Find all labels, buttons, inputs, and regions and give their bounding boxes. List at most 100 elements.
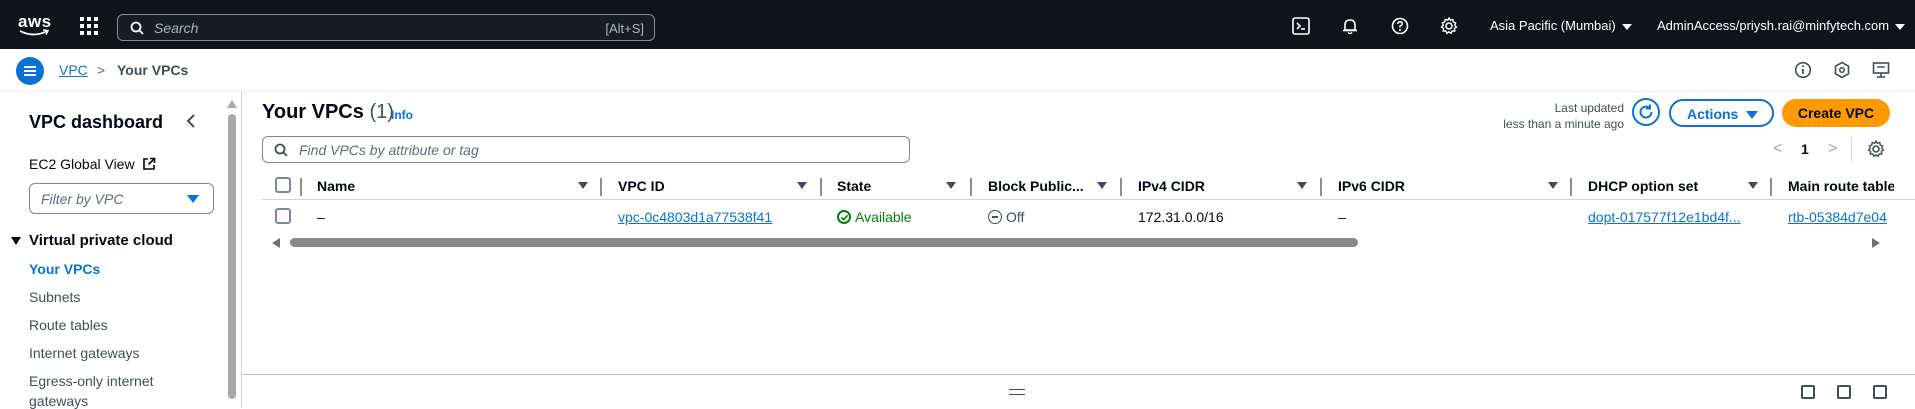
page-title-text: Your VPCs — [262, 101, 364, 123]
column-header-ipv4-cidr[interactable]: IPv4 CIDR — [1138, 178, 1205, 194]
select-all-checkbox[interactable] — [275, 177, 291, 193]
split-panel-hide-icon[interactable] — [1873, 385, 1887, 399]
table-header-divider — [262, 199, 1915, 200]
sidebar-item-ec2-global-view[interactable]: EC2 Global View — [29, 156, 156, 172]
column-header-name[interactable]: Name — [317, 178, 355, 194]
scroll-left-icon[interactable] — [272, 238, 280, 248]
search-shortcut: [Alt+S] — [605, 21, 644, 36]
split-panel-bottom-icon[interactable] — [1801, 385, 1815, 399]
sidebar-item-subnets[interactable]: Subnets — [29, 289, 80, 305]
notifications-bell-icon[interactable] — [1341, 17, 1359, 35]
filter-by-vpc-select[interactable]: Filter by VPC — [29, 183, 214, 214]
sort-caret-icon[interactable] — [1097, 182, 1107, 189]
status-stopped-icon — [988, 210, 1002, 224]
cloudshell-icon[interactable] — [1292, 17, 1310, 35]
row-select-checkbox[interactable] — [275, 208, 291, 224]
column-divider[interactable] — [1320, 178, 1322, 196]
sidebar-title[interactable]: VPC dashboard — [29, 112, 163, 133]
last-updated: Last updated less than a minute ago — [1503, 100, 1624, 132]
state-text: Available — [855, 209, 912, 225]
cell-ipv6-cidr: – — [1338, 209, 1346, 225]
scroll-up-icon[interactable] — [227, 100, 237, 108]
aws-logo[interactable]: aws — [18, 12, 52, 38]
sidebar-item-egress-only-internet-gateways[interactable]: Egress-only internet — [29, 373, 154, 389]
actions-label: Actions — [1687, 106, 1739, 122]
services-grid-icon[interactable] — [80, 17, 98, 35]
caret-down-icon — [187, 195, 199, 203]
column-header-state[interactable]: State — [837, 178, 871, 194]
column-header-main-route-table[interactable]: Main route table — [1788, 178, 1894, 194]
last-updated-label: Last updated — [1554, 101, 1624, 115]
table-horizontal-scrollbar[interactable] — [272, 236, 1880, 248]
scrollbar-thumb[interactable] — [228, 114, 236, 399]
actions-dropdown-button[interactable]: Actions — [1669, 99, 1774, 127]
column-header-dhcp-option-set[interactable]: DHCP option set — [1588, 178, 1698, 194]
column-divider[interactable] — [1120, 178, 1122, 196]
sort-caret-icon[interactable] — [797, 182, 807, 189]
breadcrumb-current: Your VPCs — [117, 62, 189, 78]
refresh-button[interactable] — [1632, 98, 1660, 126]
sidebar-item-route-tables[interactable]: Route tables — [29, 317, 108, 333]
column-header-ipv6-cidr[interactable]: IPv6 CIDR — [1338, 178, 1405, 194]
column-divider[interactable] — [300, 178, 302, 196]
split-panel-side-icon[interactable] — [1837, 385, 1851, 399]
sidebar-section-virtual-private-cloud[interactable]: Virtual private cloud — [11, 232, 173, 249]
side-navigation-toggle-button[interactable] — [16, 57, 44, 85]
split-panel-drag-handle-icon[interactable] — [1009, 389, 1025, 395]
column-divider[interactable] — [970, 178, 972, 196]
sidebar-item-internet-gateways[interactable]: Internet gateways — [29, 345, 140, 361]
last-updated-value: less than a minute ago — [1503, 117, 1624, 131]
column-header-block-public-access[interactable]: Block Public... — [988, 178, 1084, 194]
cell-main-route-table-link[interactable]: rtb-05384d7e04 — [1788, 209, 1894, 225]
external-link-icon — [143, 157, 156, 170]
resources-hexagon-icon[interactable] — [1833, 61, 1851, 79]
chevron-down-icon — [1895, 23, 1906, 30]
find-vpcs-search-input[interactable]: Find VPCs by attribute or tag — [262, 136, 910, 163]
column-divider[interactable] — [600, 178, 602, 196]
info-link[interactable]: Info — [391, 108, 413, 122]
column-divider[interactable] — [820, 178, 822, 196]
sort-caret-icon[interactable] — [1548, 182, 1558, 189]
sidebar-item-your-vpcs[interactable]: Your VPCs — [29, 261, 100, 277]
region-label: Asia Pacific (Mumbai) — [1490, 18, 1616, 33]
sort-caret-icon[interactable] — [1297, 182, 1307, 189]
info-panel-icon[interactable] — [1794, 61, 1812, 79]
help-icon[interactable] — [1391, 17, 1409, 35]
filter-by-vpc-placeholder: Filter by VPC — [41, 191, 124, 207]
hamburger-icon — [24, 66, 36, 68]
table-preferences-gear-icon[interactable] — [1867, 140, 1885, 158]
refresh-icon — [1639, 104, 1653, 119]
sort-caret-icon[interactable] — [1748, 182, 1758, 189]
column-divider[interactable] — [1770, 178, 1772, 196]
cell-ipv4-cidr: 172.31.0.0/16 — [1138, 209, 1224, 225]
pagination-previous-icon[interactable]: < — [1773, 140, 1782, 158]
sidebar-item-egress-only-internet-gateways-line2[interactable]: gateways — [29, 393, 88, 409]
feedback-screen-icon[interactable] — [1872, 61, 1890, 79]
region-selector[interactable]: Asia Pacific (Mumbai) — [1490, 18, 1632, 33]
breadcrumb-bar — [0, 49, 1915, 92]
pagination-next-icon[interactable]: > — [1828, 140, 1837, 158]
chevron-left-icon[interactable] — [184, 113, 198, 129]
top-navigation: aws Search [Alt+S] Asia Pacific (Mumbai)… — [0, 0, 1915, 49]
sort-caret-icon[interactable] — [578, 182, 588, 189]
cell-vpc-id-link[interactable]: vpc-0c4803d1a77538f41 — [618, 209, 772, 225]
breadcrumb-vpc-link[interactable]: VPC — [59, 62, 88, 78]
caret-down-icon — [11, 237, 21, 246]
settings-gear-icon[interactable] — [1440, 17, 1458, 35]
column-header-vpc-id[interactable]: VPC ID — [618, 178, 665, 194]
global-search-input[interactable]: Search [Alt+S] — [117, 14, 655, 41]
aws-smile-icon — [19, 29, 49, 36]
sort-caret-icon[interactable] — [946, 182, 956, 189]
scroll-right-icon[interactable] — [1872, 238, 1880, 248]
cell-state: Available — [837, 209, 912, 225]
sidebar-scrollbar[interactable] — [227, 100, 237, 400]
block-public-text: Off — [1006, 209, 1025, 225]
column-divider[interactable] — [1570, 178, 1572, 196]
account-menu[interactable]: AdminAccess/priysh.rai@minfytech.com — [1657, 18, 1906, 33]
caret-down-icon — [1746, 111, 1758, 119]
pagination-page-number[interactable]: 1 — [1801, 141, 1809, 157]
create-vpc-button[interactable]: Create VPC — [1782, 99, 1890, 127]
cell-dhcp-option-set-link[interactable]: dopt-017577f12e1bd4f... — [1588, 209, 1741, 225]
cell-name: – — [317, 209, 325, 225]
scrollbar-thumb[interactable] — [290, 238, 1358, 247]
